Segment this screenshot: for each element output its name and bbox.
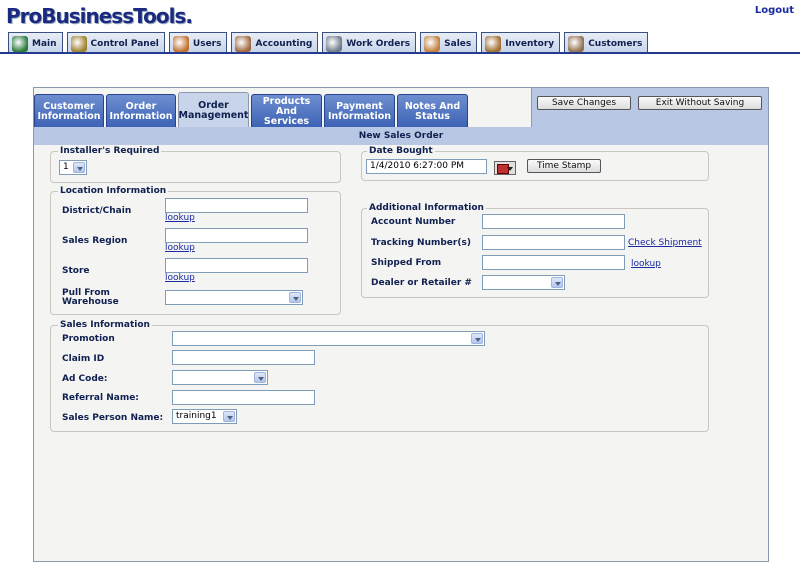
save-changes-button[interactable]: Save Changes xyxy=(537,96,631,110)
installers-legend: Installer's Required xyxy=(58,146,162,156)
truck-icon xyxy=(326,35,343,52)
nav-label: Main xyxy=(32,38,57,49)
tab-label: Order Information xyxy=(109,100,173,122)
order-tabs: Customer Information Order Information Ord… xyxy=(34,92,468,128)
sales-icon xyxy=(424,35,441,52)
shipped-from-input[interactable] xyxy=(482,255,625,270)
action-box: Save Changes Exit Without Saving xyxy=(531,88,768,128)
referral-label: Referral Name: xyxy=(62,393,139,403)
nav-inventory[interactable]: Inventory xyxy=(481,32,561,54)
ad-code-select[interactable] xyxy=(172,370,268,385)
box-icon xyxy=(485,35,502,52)
chevron-down-icon xyxy=(289,292,301,303)
nav-label: Control Panel xyxy=(90,38,159,49)
nav-customers[interactable]: Customers xyxy=(564,32,649,54)
referral-input[interactable] xyxy=(172,390,315,405)
tab-order-information[interactable]: Order Information xyxy=(106,94,176,128)
nav-users[interactable]: Users xyxy=(168,32,228,54)
sales-legend: Sales Information xyxy=(58,320,152,330)
sales-region-label: Sales Region xyxy=(62,236,128,246)
shipped-from-lookup-link[interactable]: lookup xyxy=(631,259,661,269)
nav-work-orders[interactable]: Work Orders xyxy=(322,32,417,54)
nav-label: Accounting xyxy=(255,38,313,49)
ad-code-label: Ad Code: xyxy=(62,374,108,384)
store-label: Store xyxy=(62,266,90,276)
tab-label: Notes And Status xyxy=(404,100,461,122)
nav-sales[interactable]: Sales xyxy=(420,32,478,54)
sales-region-lookup-link[interactable]: lookup xyxy=(165,243,195,253)
chevron-down-icon xyxy=(254,372,266,383)
nav-main[interactable]: Main xyxy=(8,32,63,54)
chevron-down-icon xyxy=(73,162,85,173)
account-number-input[interactable] xyxy=(482,214,625,229)
warehouse-select[interactable] xyxy=(165,290,303,305)
tab-label: Customer Information xyxy=(37,100,101,122)
nav-divider xyxy=(0,52,800,54)
globe-icon xyxy=(12,35,28,52)
store-input[interactable] xyxy=(165,258,308,273)
account-number-label: Account Number xyxy=(371,217,456,227)
tab-label: Payment Information xyxy=(327,100,392,122)
district-label: District/Chain xyxy=(62,206,132,216)
accountant-icon xyxy=(235,35,252,52)
nav-label: Sales xyxy=(444,38,472,49)
tab-label: Products And Services xyxy=(262,95,311,127)
nav-label: Work Orders xyxy=(346,38,411,49)
dealer-label: Dealer or Retailer # xyxy=(371,278,472,288)
claim-id-input[interactable] xyxy=(172,350,315,365)
tab-label: Order Management xyxy=(178,99,249,121)
customers-icon xyxy=(568,35,585,52)
tab-products-and-services[interactable]: Products And Services xyxy=(251,94,322,128)
date-bought-input[interactable]: 1/4/2010 6:27:00 PM xyxy=(366,159,487,174)
tab-customer-information[interactable]: Customer Information xyxy=(34,94,104,128)
tracking-input[interactable] xyxy=(482,235,625,250)
logout-link[interactable]: Logout xyxy=(755,5,794,16)
chevron-down-icon xyxy=(223,411,235,422)
warehouse-label-line2: Warehouse xyxy=(62,297,119,307)
promotion-select[interactable] xyxy=(172,331,485,346)
calendar-icon[interactable] xyxy=(494,161,516,175)
tab-order-management[interactable]: Order Management xyxy=(178,92,249,128)
tab-payment-information[interactable]: Payment Information xyxy=(324,94,395,128)
page-title: New Sales Order xyxy=(34,127,768,145)
sales-person-label: Sales Person Name: xyxy=(62,413,164,423)
chevron-down-icon xyxy=(471,333,483,344)
check-shipment-link[interactable]: Check Shipment xyxy=(628,238,702,248)
tab-notes-and-status[interactable]: Notes And Status xyxy=(397,94,468,128)
tracking-label: Tracking Number(s) xyxy=(371,238,471,248)
district-input[interactable] xyxy=(165,198,308,213)
claim-id-label: Claim ID xyxy=(62,354,105,364)
exit-without-saving-button[interactable]: Exit Without Saving xyxy=(638,96,762,110)
sales-region-input[interactable] xyxy=(165,228,308,243)
additional-legend: Additional Information xyxy=(367,203,486,213)
store-lookup-link[interactable]: lookup xyxy=(165,273,195,283)
nav-label: Customers xyxy=(588,38,643,49)
location-legend: Location Information xyxy=(58,186,169,196)
nav-control-panel[interactable]: Control Panel xyxy=(66,32,165,54)
date-bought-legend: Date Bought xyxy=(367,146,435,156)
nav-label: Users xyxy=(192,38,222,49)
installers-select[interactable]: 1 xyxy=(59,160,87,175)
district-lookup-link[interactable]: lookup xyxy=(165,213,195,223)
users-icon xyxy=(172,35,189,52)
dealer-select[interactable] xyxy=(482,275,565,290)
main-nav: Main Control Panel Users Accounting Work Ord… xyxy=(8,32,649,54)
chevron-down-icon xyxy=(551,277,563,288)
tools-icon xyxy=(70,35,87,52)
app-logo: ProBusinessTools. xyxy=(6,4,193,28)
nav-accounting[interactable]: Accounting xyxy=(231,32,319,54)
promotion-label: Promotion xyxy=(62,334,115,344)
shipped-from-label: Shipped From xyxy=(371,258,442,268)
nav-label: Inventory xyxy=(505,38,555,49)
sales-person-select[interactable]: training1 xyxy=(172,409,237,424)
time-stamp-button[interactable]: Time Stamp xyxy=(527,159,601,173)
